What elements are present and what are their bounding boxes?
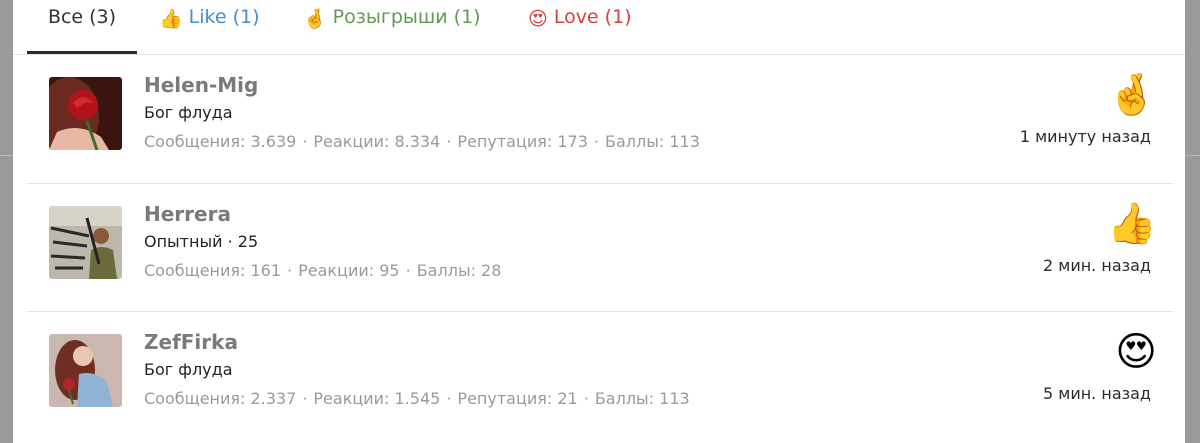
stat-reactions: Реакции: 95 — [298, 261, 400, 280]
heart-eyes-icon: 😍 — [1115, 329, 1157, 375]
reaction-time: 1 минуту назад — [1019, 127, 1151, 146]
tab-giveaways[interactable]: 🤞 Розыгрыши (1) — [303, 0, 481, 54]
thumbs-up-icon: 👍 — [1107, 201, 1157, 247]
user-stats: Сообщения: 161 · Реакции: 95 · Баллы: 28 — [144, 261, 502, 280]
thumbs-up-icon: 👍 — [159, 8, 183, 30]
user-stats: Сообщения: 3.639 · Реакции: 8.334 · Репутаци… — [144, 132, 700, 151]
list-item: Herrera Опытный · 25 Сообщения: 161 · Реак… — [27, 183, 1173, 312]
reaction-time: 5 мин. назад — [1042, 384, 1151, 403]
tab-all-label: Все (3) — [47, 6, 117, 28]
avatar[interactable] — [49, 77, 122, 150]
stat-points: Баллы: 113 — [605, 132, 700, 151]
stat-reactions: Реакции: 1.545 — [313, 389, 441, 408]
user-stats: Сообщения: 2.337 · Реакции: 1.545 · Репутаци… — [144, 389, 690, 408]
reaction-time: 2 мин. назад — [1042, 256, 1151, 275]
user-name[interactable]: ZefFirka — [144, 330, 238, 354]
tab-like[interactable]: 👍 Like (1) — [159, 0, 260, 54]
tab-love[interactable]: 😍 Love (1) — [528, 0, 632, 54]
user-title: Опытный · 25 — [144, 232, 259, 251]
heart-eyes-icon: 😍 — [528, 8, 548, 30]
stat-messages: Сообщения: 161 — [144, 261, 282, 280]
tab-love-label: Love (1) — [553, 6, 632, 28]
user-title: Бог флуда — [144, 103, 233, 122]
user-name[interactable]: Herrera — [144, 202, 231, 226]
avatar[interactable] — [49, 206, 122, 279]
active-tab-underline — [27, 51, 137, 54]
user-title: Бог флуда — [144, 360, 233, 379]
user-name[interactable]: Helen-Mig — [144, 73, 258, 97]
tab-all[interactable]: Все (3) — [27, 0, 137, 54]
stat-reputation: Репутация: 21 — [457, 389, 578, 408]
stat-reactions: Реакции: 8.334 — [313, 132, 441, 151]
crossed-fingers-icon: 🤞 — [303, 8, 327, 30]
avatar[interactable] — [49, 334, 122, 407]
stat-points: Баллы: 28 — [416, 261, 502, 280]
tab-like-label: Like (1) — [188, 6, 260, 28]
stat-messages: Сообщения: 2.337 — [144, 389, 297, 408]
list-item: ZefFirka Бог флуда Сообщения: 2.337 · Реак… — [27, 311, 1173, 440]
stat-reputation: Репутация: 173 — [457, 132, 588, 151]
list-item: Helen-Mig Бог флуда Сообщения: 3.639 · Реа… — [27, 55, 1173, 183]
reaction-tabs: Все (3) 👍 Like (1) 🤞 Розыгрыши (1) 😍 Lov… — [13, 0, 1185, 55]
crossed-fingers-icon: 🤞 — [1107, 72, 1157, 118]
tab-giveaways-label: Розыгрыши (1) — [332, 6, 481, 28]
stat-points: Баллы: 113 — [594, 389, 690, 408]
stat-messages: Сообщения: 3.639 — [144, 132, 297, 151]
reactions-dialog: Все (3) 👍 Like (1) 🤞 Розыгрыши (1) 😍 Lov… — [13, 0, 1185, 443]
